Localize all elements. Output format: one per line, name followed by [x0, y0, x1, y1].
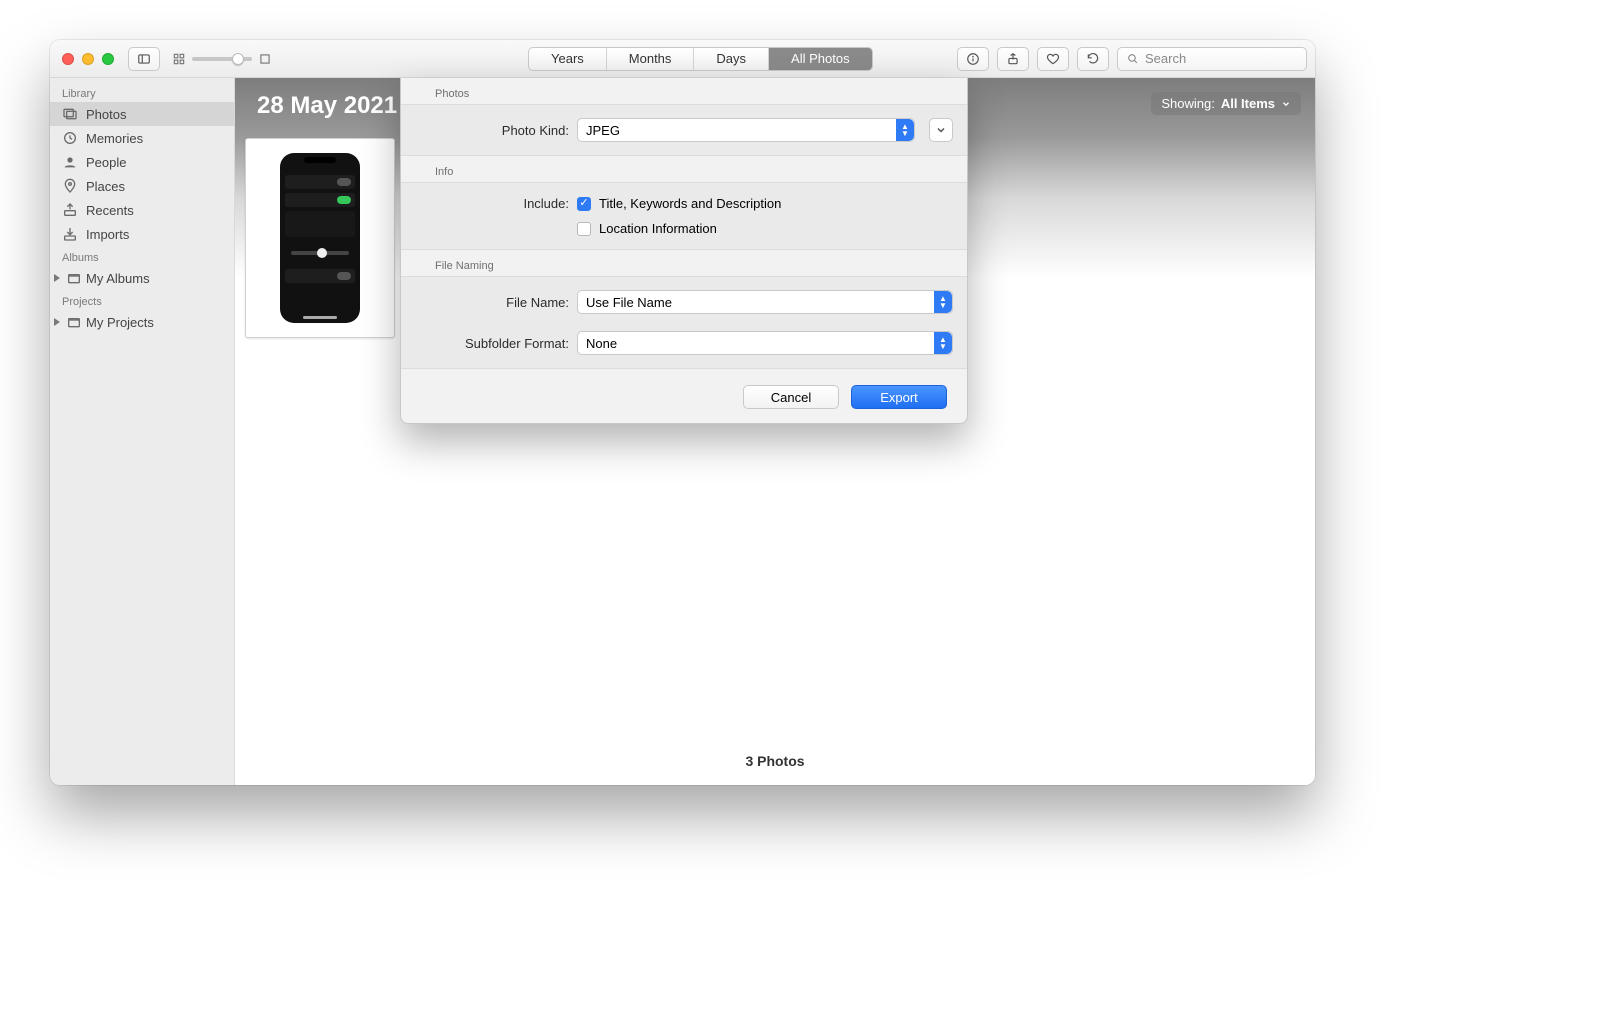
- search-field[interactable]: Search: [1117, 47, 1307, 71]
- photo-count-footer: 3 Photos: [235, 753, 1315, 769]
- showing-filter-button[interactable]: Showing: All Items: [1151, 92, 1301, 115]
- subfolder-format-label: Subfolder Format:: [415, 336, 569, 351]
- titlebar-toolbar: Years Months Days All Photos Search: [50, 40, 1315, 78]
- sidebar-header-library: Library: [50, 82, 234, 102]
- sidebar-item-label: Recents: [86, 203, 134, 218]
- zoom-window-button[interactable]: [102, 53, 114, 65]
- file-name-select[interactable]: Use File Name ▲▼: [577, 290, 953, 314]
- file-name-value: Use File Name: [586, 295, 672, 310]
- include-location-checkbox[interactable]: [577, 222, 591, 236]
- export-button[interactable]: Export: [851, 385, 947, 409]
- include-location-text: Location Information: [599, 221, 717, 236]
- photo-kind-value: JPEG: [586, 123, 620, 138]
- tab-days[interactable]: Days: [694, 48, 769, 70]
- select-stepper-icon: ▲▼: [934, 291, 952, 313]
- sidebar-header-projects: Projects: [50, 290, 234, 310]
- sidebar-item-memories[interactable]: Memories: [50, 126, 234, 150]
- info-button[interactable]: [957, 47, 989, 71]
- sidebar-item-label: Photos: [86, 107, 126, 122]
- minimize-window-button[interactable]: [82, 53, 94, 65]
- include-label: Include:: [415, 196, 569, 211]
- imports-icon: [62, 226, 78, 242]
- sidebar-item-imports[interactable]: Imports: [50, 222, 234, 246]
- sidebar-item-recents[interactable]: Recents: [50, 198, 234, 222]
- photo-thumbnail[interactable]: [245, 138, 395, 338]
- thumbnail-zoom-slider[interactable]: [172, 52, 272, 66]
- sidebar-item-photos[interactable]: Photos: [50, 102, 234, 126]
- file-name-label: File Name:: [415, 295, 569, 310]
- folder-icon: [66, 314, 82, 330]
- sidebar-item-my-albums[interactable]: My Albums: [50, 266, 234, 290]
- subfolder-format-select[interactable]: None ▲▼: [577, 331, 953, 355]
- sidebar-item-label: My Albums: [86, 271, 150, 286]
- search-icon: [1126, 52, 1139, 65]
- sidebar-header-albums: Albums: [50, 246, 234, 266]
- include-title-text: Title, Keywords and Description: [599, 196, 781, 211]
- sidebar-item-places[interactable]: Places: [50, 174, 234, 198]
- folder-icon: [66, 270, 82, 286]
- expand-options-button[interactable]: [929, 118, 953, 142]
- search-placeholder: Search: [1145, 51, 1186, 66]
- chevron-down-icon: [1281, 99, 1291, 109]
- disclosure-triangle-icon[interactable]: [54, 274, 60, 282]
- sidebar-item-label: People: [86, 155, 126, 170]
- disclosure-triangle-icon[interactable]: [54, 318, 60, 326]
- window-controls: [62, 53, 114, 65]
- tab-months[interactable]: Months: [607, 48, 695, 70]
- sidebar-item-label: Memories: [86, 131, 143, 146]
- tab-all-photos[interactable]: All Photos: [769, 48, 872, 70]
- view-mode-segmented-control: Years Months Days All Photos: [528, 47, 873, 71]
- source-list-sidebar: Library Photos Memories People Places Re…: [50, 78, 235, 785]
- export-dialog: Photos Photo Kind: JPEG ▲▼ Info Include:…: [400, 78, 968, 424]
- section-header-file-naming: File Naming: [401, 250, 967, 276]
- section-header-info: Info: [401, 156, 967, 182]
- photo-kind-label: Photo Kind:: [415, 123, 569, 138]
- subfolder-format-value: None: [586, 336, 617, 351]
- favorite-button[interactable]: [1037, 47, 1069, 71]
- close-window-button[interactable]: [62, 53, 74, 65]
- select-stepper-icon: ▲▼: [934, 332, 952, 354]
- share-button[interactable]: [997, 47, 1029, 71]
- cancel-button[interactable]: Cancel: [743, 385, 839, 409]
- iphone-screenshot-preview: [280, 153, 360, 323]
- sidebar-item-people[interactable]: People: [50, 150, 234, 174]
- places-icon: [62, 178, 78, 194]
- memories-icon: [62, 130, 78, 146]
- include-title-checkbox[interactable]: [577, 197, 591, 211]
- select-stepper-icon: ▲▼: [896, 119, 914, 141]
- tab-years[interactable]: Years: [529, 48, 607, 70]
- sidebar-item-my-projects[interactable]: My Projects: [50, 310, 234, 334]
- section-header-photos: Photos: [401, 78, 967, 104]
- sidebar-item-label: Places: [86, 179, 125, 194]
- sidebar-item-label: Imports: [86, 227, 129, 242]
- showing-value: All Items: [1221, 96, 1275, 111]
- chevron-down-icon: [935, 124, 947, 136]
- sidebar-toggle-button[interactable]: [128, 47, 160, 71]
- recents-icon: [62, 202, 78, 218]
- photos-icon: [62, 106, 78, 122]
- showing-label: Showing:: [1161, 96, 1214, 111]
- moment-date-title: 28 May 2021: [257, 92, 397, 120]
- sidebar-item-label: My Projects: [86, 315, 154, 330]
- rotate-button[interactable]: [1077, 47, 1109, 71]
- photos-app-window: Years Months Days All Photos Search: [50, 40, 1315, 785]
- people-icon: [62, 154, 78, 170]
- photo-kind-select[interactable]: JPEG ▲▼: [577, 118, 915, 142]
